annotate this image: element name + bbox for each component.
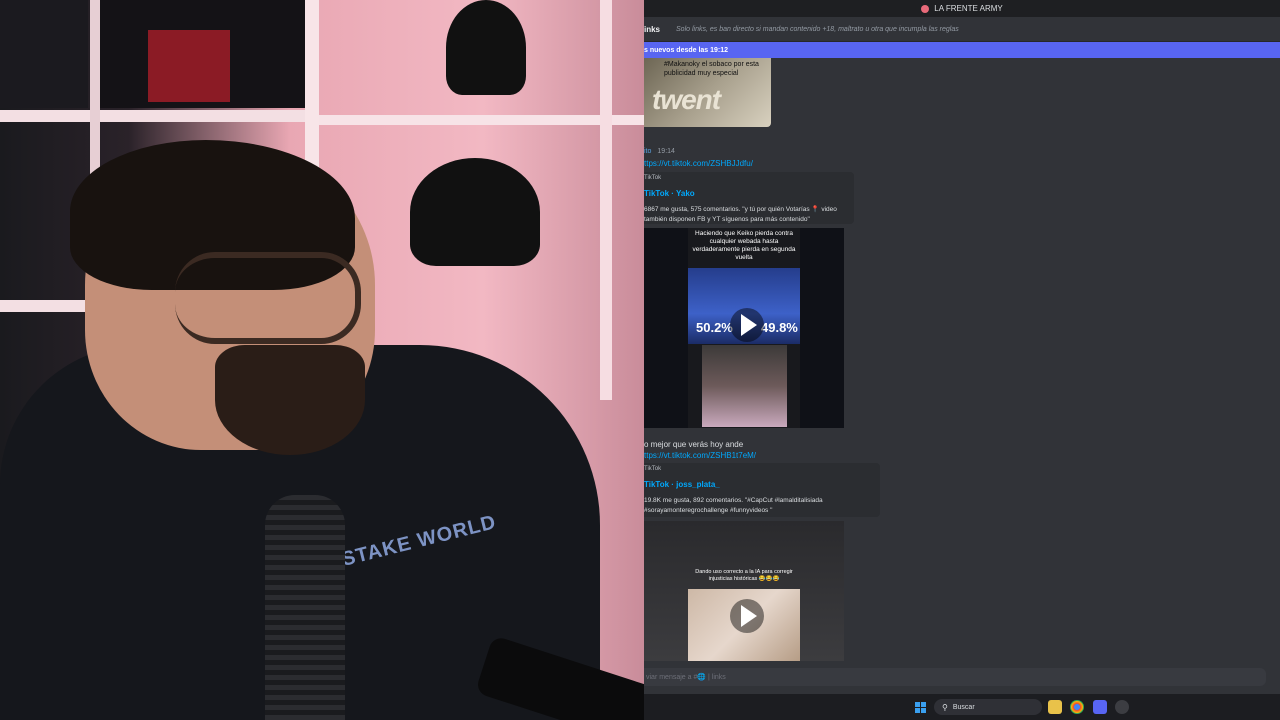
embed-description: 6867 me gusta, 575 comentarios. "y tú po…: [644, 206, 837, 223]
video-panel: [702, 345, 787, 427]
video-percent-left: 50.2%: [696, 320, 733, 335]
embed-provider: TikTok: [644, 466, 662, 472]
glasses: [175, 252, 361, 344]
message-header: ito 19:14: [644, 148, 675, 155]
embed-title[interactable]: TikTok · Yako: [644, 189, 695, 198]
message-link[interactable]: ttps://vt.tiktok.com/ZSHBJJdfu/: [644, 159, 753, 168]
embed-description: 19.8K me gusta, 892 comentarios. "#CapCu…: [644, 497, 823, 514]
shelf: [310, 115, 644, 125]
video-player[interactable]: Dando uso correcto a la IA para corregir…: [644, 521, 844, 661]
shelf: [600, 0, 612, 400]
discord-icon[interactable]: [1093, 700, 1107, 714]
message-text: o mejor que verás hoy ande: [644, 440, 744, 449]
windows-start-icon[interactable]: [915, 702, 926, 713]
message-input-placeholder: viar mensaje a #🌐 | links: [646, 674, 726, 681]
channel-name[interactable]: inks: [644, 25, 660, 34]
server-name: LA FRENTE ARMY: [934, 4, 1003, 13]
app-icon[interactable]: [1115, 700, 1129, 714]
title-bar: LA FRENTE ARMY: [644, 0, 1280, 17]
play-icon: [741, 605, 757, 627]
search-icon: ⚲: [942, 702, 948, 712]
video-percent-right: 49.8%: [761, 320, 798, 335]
new-messages-bar[interactable]: s nuevos desde las 19:12: [644, 42, 1280, 58]
video-headline: Haciendo que Keiko pierda contra cualqui…: [692, 230, 796, 261]
play-button[interactable]: [730, 599, 764, 633]
display-box: [148, 30, 230, 102]
video-caption: Dando uso correcto a la IA para corregir…: [695, 569, 793, 582]
bust-decoration: [410, 158, 540, 266]
message-list[interactable]: #Makanoky el sobaco por esta publicidad …: [644, 58, 1280, 663]
video-player[interactable]: Haciendo que Keiko pierda contra cualqui…: [644, 228, 844, 428]
image-attachment[interactable]: #Makanoky el sobaco por esta publicidad …: [644, 58, 771, 127]
play-button[interactable]: [730, 308, 764, 342]
message-author[interactable]: ito: [644, 148, 651, 155]
message-timestamp: 19:14: [657, 148, 675, 155]
file-explorer-icon[interactable]: [1048, 700, 1062, 714]
bust-decoration: [446, 0, 526, 95]
discord-window: LA FRENTE ARMY inks Solo links, es ban d…: [644, 0, 1280, 720]
shelf: [0, 110, 310, 122]
search-label: Buscar: [952, 703, 975, 711]
webcam-feed: STAKE WORLD: [0, 0, 644, 720]
taskbar: ⚲ Buscar: [644, 694, 1280, 720]
message-composer: viar mensaje a #🌐 | links: [644, 664, 1280, 690]
embed-title[interactable]: TikTok · joss_plata_: [644, 480, 720, 489]
message-link[interactable]: ttps://vt.tiktok.com/ZSHB1t7eM/: [644, 451, 756, 460]
streamer-beard: [215, 345, 365, 455]
embed-provider: TikTok: [644, 175, 662, 181]
microphone: [265, 495, 345, 720]
play-icon: [741, 314, 757, 336]
channel-topic: Solo links, es ban directo si mandan con…: [676, 25, 959, 33]
new-messages-label: s nuevos desde las 19:12: [644, 46, 729, 54]
link-embed: TikTok TikTok · Yako 6867 me gusta, 575 …: [644, 172, 854, 224]
channel-header: inks Solo links, es ban directo si manda…: [644, 17, 1280, 42]
taskbar-search[interactable]: ⚲ Buscar: [934, 699, 1042, 715]
chrome-icon[interactable]: [1070, 700, 1084, 714]
message-input[interactable]: viar mensaje a #🌐 | links: [644, 668, 1266, 686]
image-caption: #Makanoky el sobaco por esta publicidad …: [664, 61, 759, 77]
server-icon: [921, 4, 930, 13]
image-text: twent: [652, 84, 721, 115]
shelf-cube: [0, 0, 88, 108]
link-embed: TikTok TikTok · joss_plata_ 19.8K me gus…: [644, 463, 880, 517]
